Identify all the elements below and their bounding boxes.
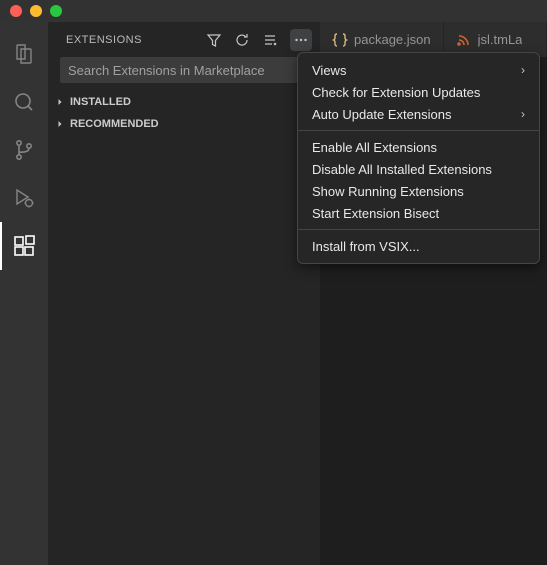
chevron-right-icon: › bbox=[521, 107, 525, 121]
menu-item-label: Check for Extension Updates bbox=[312, 85, 480, 100]
menu-start-bisect[interactable]: Start Extension Bisect bbox=[298, 202, 539, 224]
files-icon bbox=[12, 42, 36, 66]
section-installed[interactable]: INSTALLED bbox=[48, 91, 320, 113]
extensions-sidebar: EXTENSIONS INSTALLED bbox=[48, 22, 320, 565]
tab-label: package.json bbox=[354, 32, 431, 47]
section-recommended[interactable]: RECOMMENDED bbox=[48, 113, 320, 135]
activity-run-debug[interactable] bbox=[0, 174, 48, 222]
menu-item-label: Enable All Extensions bbox=[312, 140, 437, 155]
menu-install-vsix[interactable]: Install from VSIX... bbox=[298, 235, 539, 257]
search-input[interactable] bbox=[60, 57, 308, 83]
menu-separator bbox=[298, 229, 539, 230]
window-minimize-button[interactable] bbox=[30, 5, 42, 17]
menu-item-label: Install from VSIX... bbox=[312, 239, 420, 254]
menu-show-running[interactable]: Show Running Extensions bbox=[298, 180, 539, 202]
sidebar-actions bbox=[206, 29, 312, 51]
sidebar-header: EXTENSIONS bbox=[48, 22, 320, 57]
ellipsis-icon bbox=[293, 32, 309, 48]
menu-item-label: Start Extension Bisect bbox=[312, 206, 439, 221]
activity-bar bbox=[0, 22, 48, 565]
activity-search[interactable] bbox=[0, 78, 48, 126]
menu-item-label: Auto Update Extensions bbox=[312, 107, 451, 122]
rss-icon bbox=[456, 32, 472, 48]
section-recommended-label: RECOMMENDED bbox=[70, 118, 159, 130]
filter-icon bbox=[206, 32, 222, 48]
window-close-button[interactable] bbox=[10, 5, 22, 17]
extensions-more-menu: Views › Check for Extension Updates Auto… bbox=[297, 52, 540, 264]
menu-disable-all[interactable]: Disable All Installed Extensions bbox=[298, 158, 539, 180]
extensions-icon bbox=[12, 234, 36, 258]
chevron-right-icon bbox=[52, 118, 68, 130]
chevron-right-icon bbox=[52, 96, 68, 108]
menu-item-label: Views bbox=[312, 63, 346, 78]
menu-check-updates[interactable]: Check for Extension Updates bbox=[298, 81, 539, 103]
menu-enable-all[interactable]: Enable All Extensions bbox=[298, 136, 539, 158]
filter-button[interactable] bbox=[206, 32, 222, 48]
activity-source-control[interactable] bbox=[0, 126, 48, 174]
menu-views[interactable]: Views › bbox=[298, 59, 539, 81]
play-bug-icon bbox=[12, 186, 36, 210]
menu-auto-update[interactable]: Auto Update Extensions › bbox=[298, 103, 539, 125]
section-installed-label: INSTALLED bbox=[70, 96, 131, 108]
window-zoom-button[interactable] bbox=[50, 5, 62, 17]
menu-item-label: Disable All Installed Extensions bbox=[312, 162, 492, 177]
sidebar-title: EXTENSIONS bbox=[66, 34, 206, 46]
refresh-icon bbox=[234, 32, 250, 48]
chevron-right-icon: › bbox=[521, 63, 525, 77]
search-icon bbox=[12, 90, 36, 114]
braces-icon bbox=[332, 32, 348, 48]
menu-item-label: Show Running Extensions bbox=[312, 184, 464, 199]
tab-label: jsl.tmLa bbox=[478, 32, 523, 47]
refresh-button[interactable] bbox=[234, 32, 250, 48]
clear-icon bbox=[262, 32, 278, 48]
clear-button[interactable] bbox=[262, 32, 278, 48]
titlebar bbox=[0, 0, 547, 22]
activity-extensions[interactable] bbox=[0, 222, 48, 270]
activity-explorer[interactable] bbox=[0, 30, 48, 78]
menu-separator bbox=[298, 130, 539, 131]
git-branch-icon bbox=[12, 138, 36, 162]
more-actions-button[interactable] bbox=[290, 29, 312, 51]
